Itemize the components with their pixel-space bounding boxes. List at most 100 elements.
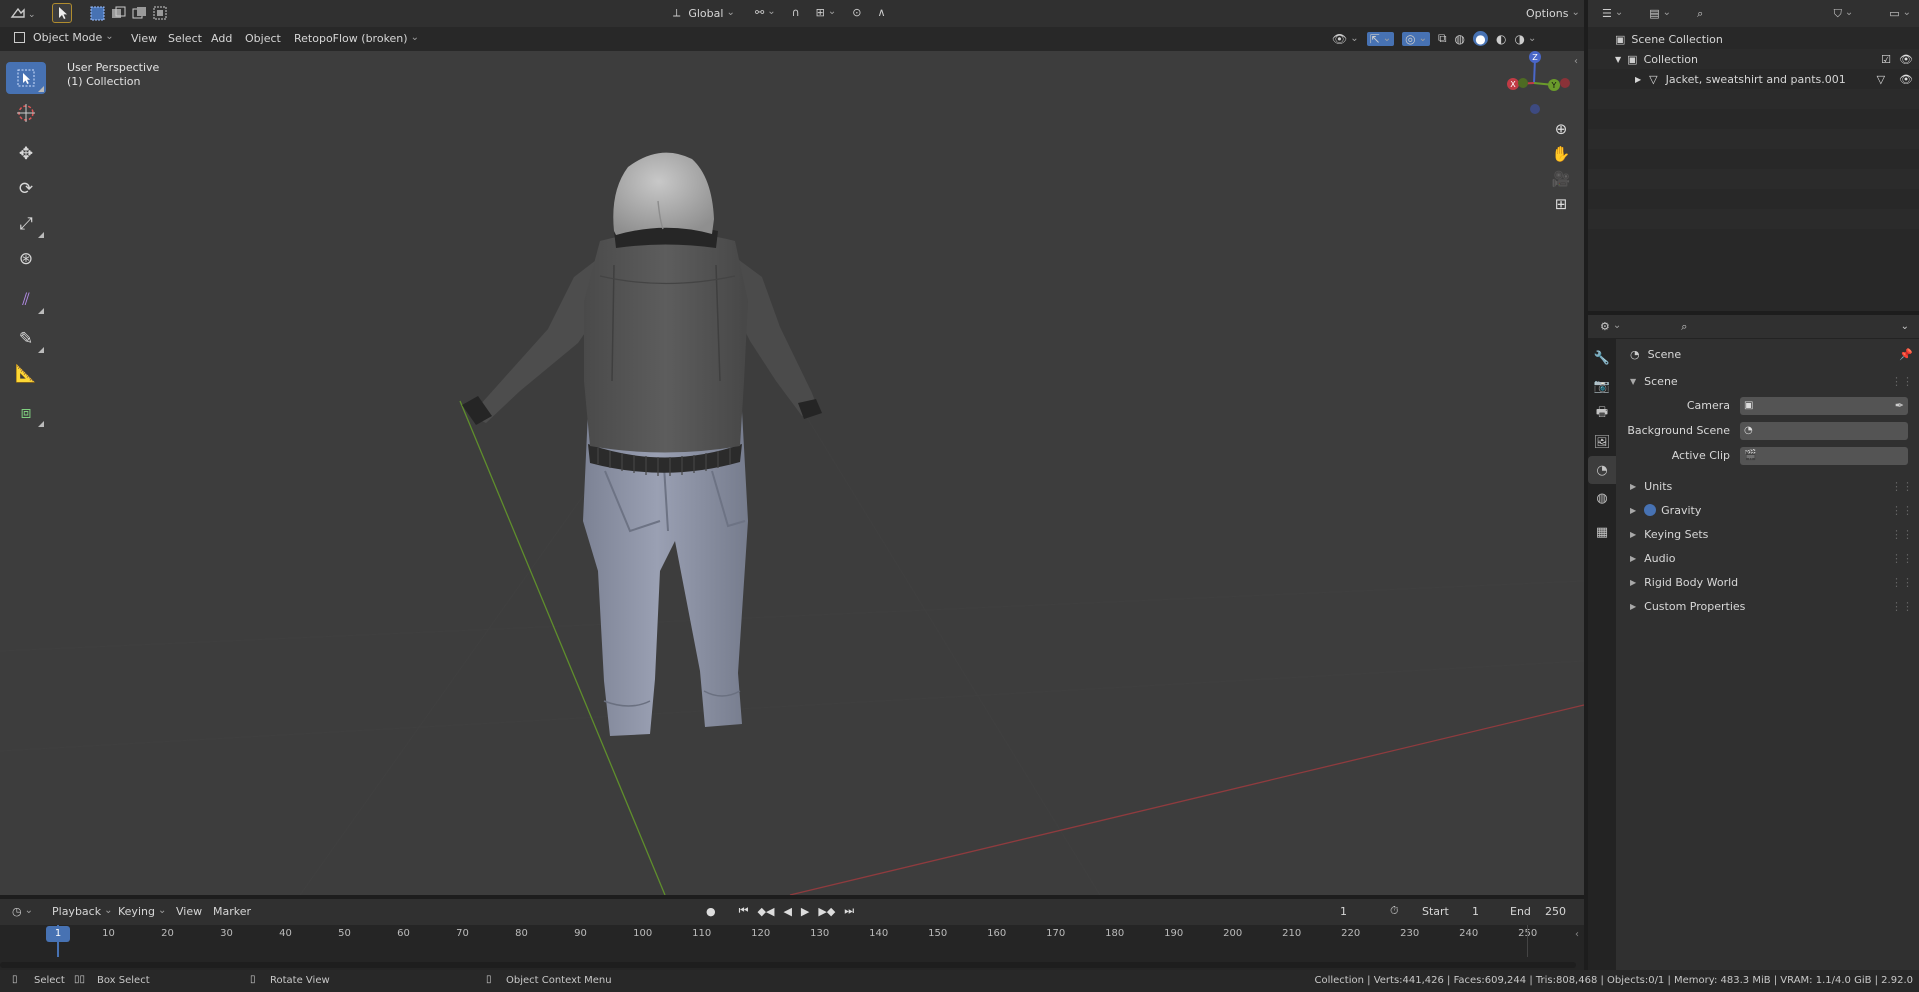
xray-toggle-icon[interactable]: ⧉ — [1438, 31, 1447, 46]
timeline-track[interactable]: 10 20 30 40 50 60 70 80 90 100 110 120 130 140 150 160 1… — [0, 925, 1584, 970]
drag-handle-icon[interactable]: ⋮⋮ — [1891, 528, 1913, 541]
pivot-point-icon[interactable]: ⚯ — [755, 6, 776, 19]
falloff-curve-icon[interactable]: ∧ — [878, 6, 886, 19]
view-layer-tab-icon[interactable]: 🖼 — [1588, 428, 1616, 456]
editor-type-icon[interactable]: ⌄ — [10, 5, 36, 21]
select-tool-button[interactable] — [52, 3, 72, 23]
scene-tab-icon[interactable]: ◔ — [1588, 456, 1616, 484]
draw-curve-tool-icon[interactable]: ✎ — [6, 323, 46, 355]
drag-handle-icon[interactable]: ⋮⋮ — [1891, 576, 1913, 589]
sidebar-toggle-icon[interactable]: ‹ — [1574, 56, 1578, 67]
rotate-tool-icon[interactable]: ⟳ — [6, 173, 46, 205]
mode-selector[interactable]: Object Mode — [14, 31, 114, 44]
timeline-sidebar-toggle-icon[interactable]: ‹ — [1575, 929, 1579, 940]
new-collection-icon[interactable]: ▭ — [1889, 7, 1911, 20]
drag-handle-icon[interactable]: ⋮⋮ — [1891, 552, 1913, 565]
drag-handle-icon[interactable]: ⋮⋮ — [1891, 600, 1913, 613]
world-tab-icon[interactable]: ◍ — [1588, 484, 1616, 512]
tool-tab-icon[interactable]: 🔧 — [1588, 344, 1616, 372]
play-icon[interactable]: ▶ — [801, 905, 809, 918]
solid-shading-icon[interactable]: ● — [1473, 31, 1489, 46]
select-box-tool-icon[interactable] — [6, 62, 46, 94]
prev-keyframe-icon[interactable]: ◆◀ — [758, 905, 775, 918]
subpanel-custom-properties[interactable]: ▶ Custom Properties ⋮⋮ — [1620, 594, 1919, 618]
subpanel-keying-sets[interactable]: ▶ Keying Sets ⋮⋮ — [1620, 522, 1919, 546]
pan-hand-icon[interactable]: ✋ — [1549, 142, 1573, 167]
filter-icon[interactable]: ⛉ — [1834, 7, 1854, 21]
annotate-tool-icon[interactable]: ⫽ — [6, 284, 46, 316]
playhead-frame-indicator[interactable]: 1 — [46, 926, 70, 942]
start-frame-field[interactable]: 1 — [1472, 905, 1479, 918]
select-mode-new-icon[interactable] — [90, 6, 170, 24]
zoom-icon[interactable]: ⊕ — [1549, 117, 1573, 142]
current-frame-field[interactable]: 1 — [1340, 905, 1347, 918]
ortho-grid-icon[interactable]: ⊞ — [1549, 192, 1573, 217]
material-shading-icon[interactable]: ◐ — [1496, 32, 1506, 46]
active-clip-field[interactable]: 🎬 — [1740, 446, 1908, 465]
3d-viewport[interactable]: User Perspective (1) Collection Z Y X ⊕ … — [0, 51, 1584, 895]
properties-search-icon[interactable]: ⌕ — [1681, 320, 1687, 334]
render-tab-icon[interactable]: 📷 — [1588, 372, 1616, 400]
output-tab-icon[interactable]: 🖶 — [1588, 400, 1616, 428]
transform-orientation-dropdown[interactable]: ⟂ Global — [673, 6, 741, 20]
object-visibility-icon[interactable]: 👁 — [1899, 73, 1913, 86]
transform-tool-icon[interactable]: ⊛ — [6, 243, 46, 275]
end-frame-field[interactable]: 250 — [1545, 905, 1566, 918]
options-dropdown[interactable]: Options — [1526, 7, 1580, 20]
subpanel-gravity[interactable]: ▶ Gravity ⋮⋮ — [1620, 498, 1919, 522]
pin-icon[interactable]: 📌 — [1899, 348, 1913, 361]
play-reverse-icon[interactable]: ◀ — [783, 905, 791, 918]
snap-toggle-icon[interactable]: ∩ — [792, 6, 800, 19]
exclude-checkbox[interactable]: ☑ — [1881, 53, 1891, 66]
background-scene-field[interactable]: ◔ — [1740, 421, 1908, 440]
menu-select[interactable]: Select — [168, 32, 202, 45]
drag-handle-icon[interactable]: ⋮⋮ — [1891, 480, 1913, 493]
menu-keying[interactable]: Keying — [118, 905, 166, 918]
record-icon[interactable]: ● — [706, 905, 716, 918]
collection-visibility-icon[interactable]: 👁 — [1899, 53, 1913, 66]
timeline-scrollbar[interactable] — [0, 962, 1576, 968]
properties-editor-icon[interactable]: ⚙ — [1600, 320, 1621, 333]
eyedropper-icon[interactable]: ✒ — [1895, 399, 1904, 412]
jump-start-icon[interactable]: ⏮ — [739, 904, 749, 918]
snap-target-icon[interactable]: ⊞ — [816, 6, 837, 19]
rendered-shading-icon[interactable]: ◑ — [1515, 32, 1537, 46]
add-cube-tool-icon[interactable]: ⧈ — [6, 397, 46, 429]
timeline-editor-icon[interactable]: ◷ — [12, 905, 33, 918]
drag-handle-icon[interactable]: ⋮⋮ — [1891, 504, 1913, 517]
measure-tool-icon[interactable]: 📐 — [6, 358, 46, 390]
menu-retopoflow[interactable]: RetopoFlow (broken) — [294, 32, 419, 45]
move-tool-icon[interactable]: ✥ — [6, 138, 46, 170]
outliner-search-icon[interactable]: ⌕ — [1697, 7, 1703, 21]
gizmo-toggle-icon[interactable]: ⇱ — [1366, 31, 1395, 46]
navigation-gizmo[interactable]: Z Y X — [1492, 51, 1572, 121]
subpanel-audio[interactable]: ▶ Audio ⋮⋮ — [1620, 546, 1919, 570]
preview-range-icon[interactable]: ⏱ — [1390, 904, 1399, 918]
display-mode-icon[interactable]: ▤ — [1649, 7, 1671, 20]
proportional-edit-icon[interactable]: ⊙ — [852, 6, 861, 19]
menu-playback[interactable]: Playback — [52, 905, 112, 918]
properties-options-icon[interactable]: ⌄ — [1901, 321, 1909, 332]
wireframe-shading-icon[interactable]: ◍ — [1455, 32, 1465, 46]
drag-handle-icon[interactable]: ⋮⋮ — [1891, 375, 1913, 388]
outliner-row-collection[interactable]: ▼ ▣ Collection ☑ 👁 — [1588, 49, 1919, 69]
overlays-toggle-icon[interactable]: ◎ — [1402, 31, 1430, 46]
next-keyframe-icon[interactable]: ▶◆ — [818, 905, 835, 918]
camera-field[interactable]: ▣ ✒ — [1740, 396, 1908, 415]
gravity-checkbox[interactable] — [1644, 504, 1657, 516]
expand-arrow-icon[interactable]: ▼ — [1615, 55, 1621, 64]
menu-add[interactable]: Add — [211, 32, 232, 45]
camera-view-icon[interactable]: 🎥 — [1549, 167, 1573, 192]
outliner-row-object[interactable]: ▶ ▽ Jacket, sweatshirt and pants.001 ▽ 👁 — [1588, 69, 1919, 89]
visibility-icon[interactable]: 👁 — [1332, 32, 1359, 46]
subpanel-units[interactable]: ▶ Units ⋮⋮ — [1620, 474, 1919, 498]
outliner-editor-icon[interactable]: ☰ — [1602, 7, 1623, 20]
outliner-row-scene-collection[interactable]: ▣ Scene Collection — [1588, 29, 1919, 49]
subpanel-rigid-body-world[interactable]: ▶ Rigid Body World ⋮⋮ — [1620, 570, 1919, 594]
menu-timeline-view[interactable]: View — [176, 905, 202, 918]
cursor-tool-icon[interactable] — [6, 97, 46, 129]
scene-panel-header[interactable]: ▼ Scene ⋮⋮ — [1620, 369, 1919, 393]
menu-marker[interactable]: Marker — [213, 905, 251, 918]
jump-end-icon[interactable]: ⏭ — [844, 904, 854, 918]
expand-arrow-icon[interactable]: ▶ — [1635, 75, 1641, 84]
